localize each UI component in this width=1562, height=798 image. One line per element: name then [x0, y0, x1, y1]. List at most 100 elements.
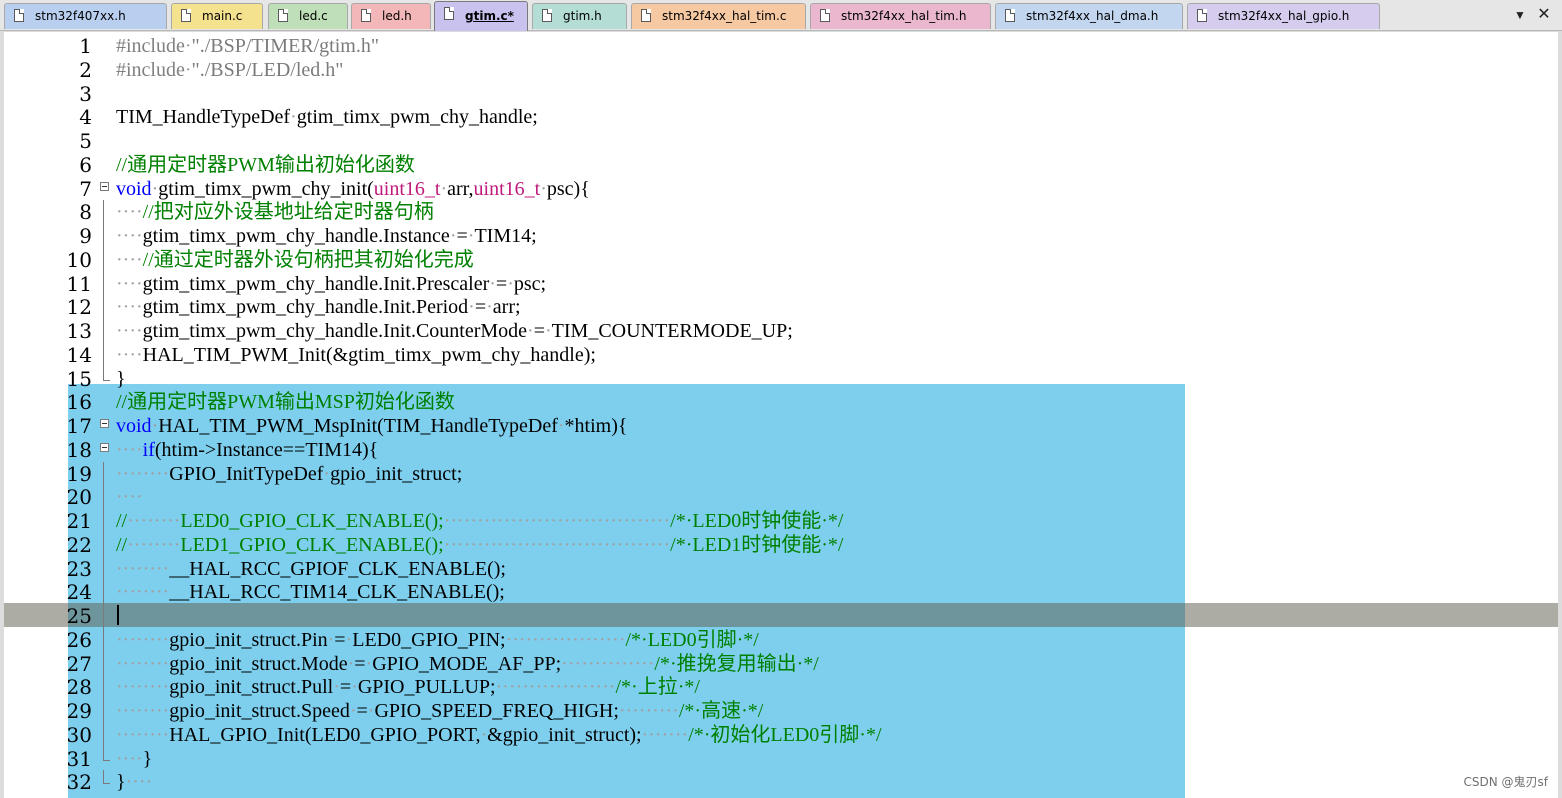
code-line[interactable]: 19 ········GPIO_InitTypeDef·gpio_init_str… — [4, 461, 1558, 486]
code-line[interactable]: 16 //通用定时器PWM输出MSP初始化函数 — [4, 390, 1558, 414]
fold-guide — [103, 485, 104, 510]
code-line[interactable]: 18 ····if(htim->Instance==TIM14){ — [4, 438, 1558, 462]
code-token: ········ — [127, 510, 181, 532]
code-token: ·································· — [443, 510, 671, 532]
line-number: 25 — [66, 604, 92, 628]
code-line[interactable]: 25 — [4, 604, 1558, 628]
line-number: 19 — [66, 461, 92, 486]
code-line[interactable]: 10 ····//通过定时器外设句柄把其初始化完成 — [4, 247, 1558, 272]
tab-led-c[interactable]: led.c — [268, 3, 348, 29]
code-line[interactable]: 14 ····HAL_TIM_PWM_Init(&gtim_timx_pwm_ch… — [4, 342, 1558, 367]
code-line[interactable]: 17 void ·HAL_TIM_PWM_MspInit(TIM_HandleTyp… — [4, 414, 1558, 438]
code-token: ·············· — [561, 652, 655, 675]
document-icon — [820, 9, 830, 22]
code-token: ·································· — [443, 533, 671, 556]
code-line[interactable]: 13 ····gtim_timx_pwm_chy_handle.Init.Coun… — [4, 319, 1558, 343]
tab-stm32f4xx-hal-tim-h[interactable]: stm32f4xx_hal_tim.h — [810, 3, 991, 29]
code-editor[interactable]: 1 #include·"./BSP/TIMER/gtim.h" 2 #include·… — [4, 32, 1558, 798]
code-token: __HAL_RCC_TIM14_CLK_ENABLE(); — [169, 581, 505, 604]
code-line[interactable]: 4 TIM_HandleTypeDef·gtim_timx_pwm_chy_han… — [4, 105, 1558, 129]
tab-gtim-c[interactable]: gtim.c* — [434, 1, 528, 31]
tab-list-dropdown-icon[interactable]: ▼ — [1512, 6, 1528, 24]
code-line[interactable]: 20 ···· — [4, 485, 1558, 510]
tab-gtim-h[interactable]: gtim.h — [532, 3, 627, 29]
code-token: gpio_init_struct.Pin — [169, 628, 328, 651]
code-token: ········ — [116, 557, 170, 580]
code-token: gpio_init_struct.Mode — [169, 652, 348, 675]
code-text: //········LED0_GPIO_CLK_ENABLE();·······… — [116, 509, 843, 533]
code-line[interactable]: 3 — [4, 82, 1558, 106]
text-caret — [117, 605, 119, 625]
code-line[interactable]: 11 ····gtim_timx_pwm_chy_handle.Init.Pres… — [4, 271, 1558, 296]
code-token: HAL_TIM_PWM_MspInit(TIM_HandleTypeDef — [158, 415, 558, 437]
fold-guide — [103, 722, 104, 747]
line-number: 21 — [66, 509, 92, 533]
line-number: 14 — [66, 342, 92, 367]
fold-guide — [103, 699, 104, 723]
code-text: void·gtim_timx_pwm_chy_init(uint16_t·arr… — [116, 177, 590, 201]
code-line[interactable]: 24 ········__HAL_RCC_TIM14_CLK_ENABLE(); — [4, 580, 1558, 605]
code-line[interactable]: 28 ········gpio_init_struct.Pull·=·GPIO_P… — [4, 675, 1558, 700]
code-line[interactable]: 26 ········gpio_init_struct.Pin·=·LED0_GP… — [4, 627, 1558, 652]
fold-minus-icon[interactable] — [100, 442, 109, 452]
line-number: 16 — [66, 390, 92, 415]
tab-stm32f4xx-hal-gpio-h[interactable]: stm32f4xx_hal_gpio.h — [1187, 3, 1380, 29]
line-number: 9 — [79, 224, 92, 248]
code-line[interactable]: 9 ····gtim_timx_pwm_chy_handle.Instance·=… — [4, 224, 1558, 248]
code-text: ····if(htim->Instance==TIM14){ — [116, 438, 378, 462]
code-token: gpio_init_struct.Pull — [169, 676, 334, 699]
code-line[interactable]: 2 #include·"./BSP/LED/led.h" — [4, 58, 1558, 82]
code-line[interactable]: 6 //通用定时器PWM输出初始化函数 — [4, 153, 1558, 177]
code-token: ········ — [116, 581, 170, 604]
code-token: } — [142, 747, 153, 770]
code-token: ········ — [116, 700, 170, 722]
code-token: uint16_t — [373, 177, 441, 200]
code-token: TIM_HandleTypeDef — [116, 106, 291, 129]
document-icon — [14, 9, 24, 22]
line-number: 20 — [66, 485, 92, 510]
code-line[interactable]: 1 #include·"./BSP/TIMER/gtim.h" — [4, 34, 1558, 58]
code-line[interactable]: 27 ········gpio_init_struct.Mode·=·GPIO_M… — [4, 651, 1558, 676]
code-text: ····gtim_timx_pwm_chy_handle.Init.Presca… — [116, 272, 546, 296]
code-line[interactable]: 22 //········LED1_GPIO_CLK_ENABLE();·····… — [4, 532, 1558, 557]
fold-minus-icon[interactable] — [100, 181, 109, 191]
code-line[interactable]: 21 //········LED0_GPIO_CLK_ENABLE();·····… — [4, 509, 1558, 533]
code-text: ····gtim_timx_pwm_chy_handle.Init.Period… — [116, 295, 521, 319]
code-text: //通用定时器PWM输出MSP初始化函数 — [116, 390, 455, 414]
tab-stm32f4xx-hal-tim-c[interactable]: stm32f4xx_hal_tim.c — [631, 3, 806, 29]
tab-main-c[interactable]: main.c — [171, 3, 263, 29]
code-line[interactable]: 30 ········HAL_GPIO_Init(LED0_GPIO_PORT, ·… — [4, 722, 1558, 747]
line-number: 12 — [66, 295, 92, 320]
code-token: ···· — [116, 225, 143, 247]
tab-stm32f4xx-hal-dma-h[interactable]: stm32f4xx_hal_dma.h — [995, 3, 1183, 29]
line-number: 23 — [66, 556, 92, 581]
code-line[interactable]: 7 void·gtim_timx_pwm_chy_init(uint16_t·ar… — [4, 177, 1558, 201]
code-token: void — [116, 415, 152, 437]
code-token: //把对应外设基地址给定时器句柄 — [142, 201, 434, 224]
code-line[interactable]: 5 — [4, 129, 1558, 153]
code-token: ···· — [116, 486, 143, 509]
fold-minus-icon[interactable] — [100, 419, 109, 428]
code-line[interactable]: 32}···· — [4, 770, 1558, 794]
code-token: ···· — [116, 296, 143, 319]
code-token: /*·LED1时钟使能·*/ — [670, 533, 844, 556]
code-line[interactable]: 15} — [4, 366, 1558, 391]
code-line[interactable]: 29 ········gpio_init_struct.Speed·=·GPIO_… — [4, 699, 1558, 723]
code-line[interactable]: 23 ········__HAL_RCC_GPIOF_CLK_ENABLE(); — [4, 556, 1558, 581]
tab-stm32f407xx-h[interactable]: stm32f407xx.h — [4, 3, 167, 29]
tab-label: stm32f4xx_hal_tim.h — [841, 9, 967, 23]
code-line[interactable]: 31 ····} — [4, 746, 1558, 771]
code-token: ········ — [116, 652, 170, 675]
code-token: void — [116, 177, 152, 200]
code-token: = — [474, 296, 487, 319]
fold-guide — [103, 247, 104, 272]
tab-led-h[interactable]: led.h — [351, 3, 431, 29]
code-token: ·················· — [505, 628, 626, 651]
code-line[interactable]: 12 ····gtim_timx_pwm_chy_handle.Init.Peri… — [4, 295, 1558, 320]
close-tab-icon[interactable]: ✕ — [1535, 5, 1553, 25]
line-number: 22 — [66, 532, 92, 557]
code-token: gtim_timx_pwm_chy_handle.Instance — [142, 225, 450, 247]
line-number: 6 — [79, 152, 92, 177]
code-token: · — [184, 58, 192, 81]
code-line[interactable]: 8 ····//把对应外设基地址给定时器句柄 — [4, 200, 1558, 225]
